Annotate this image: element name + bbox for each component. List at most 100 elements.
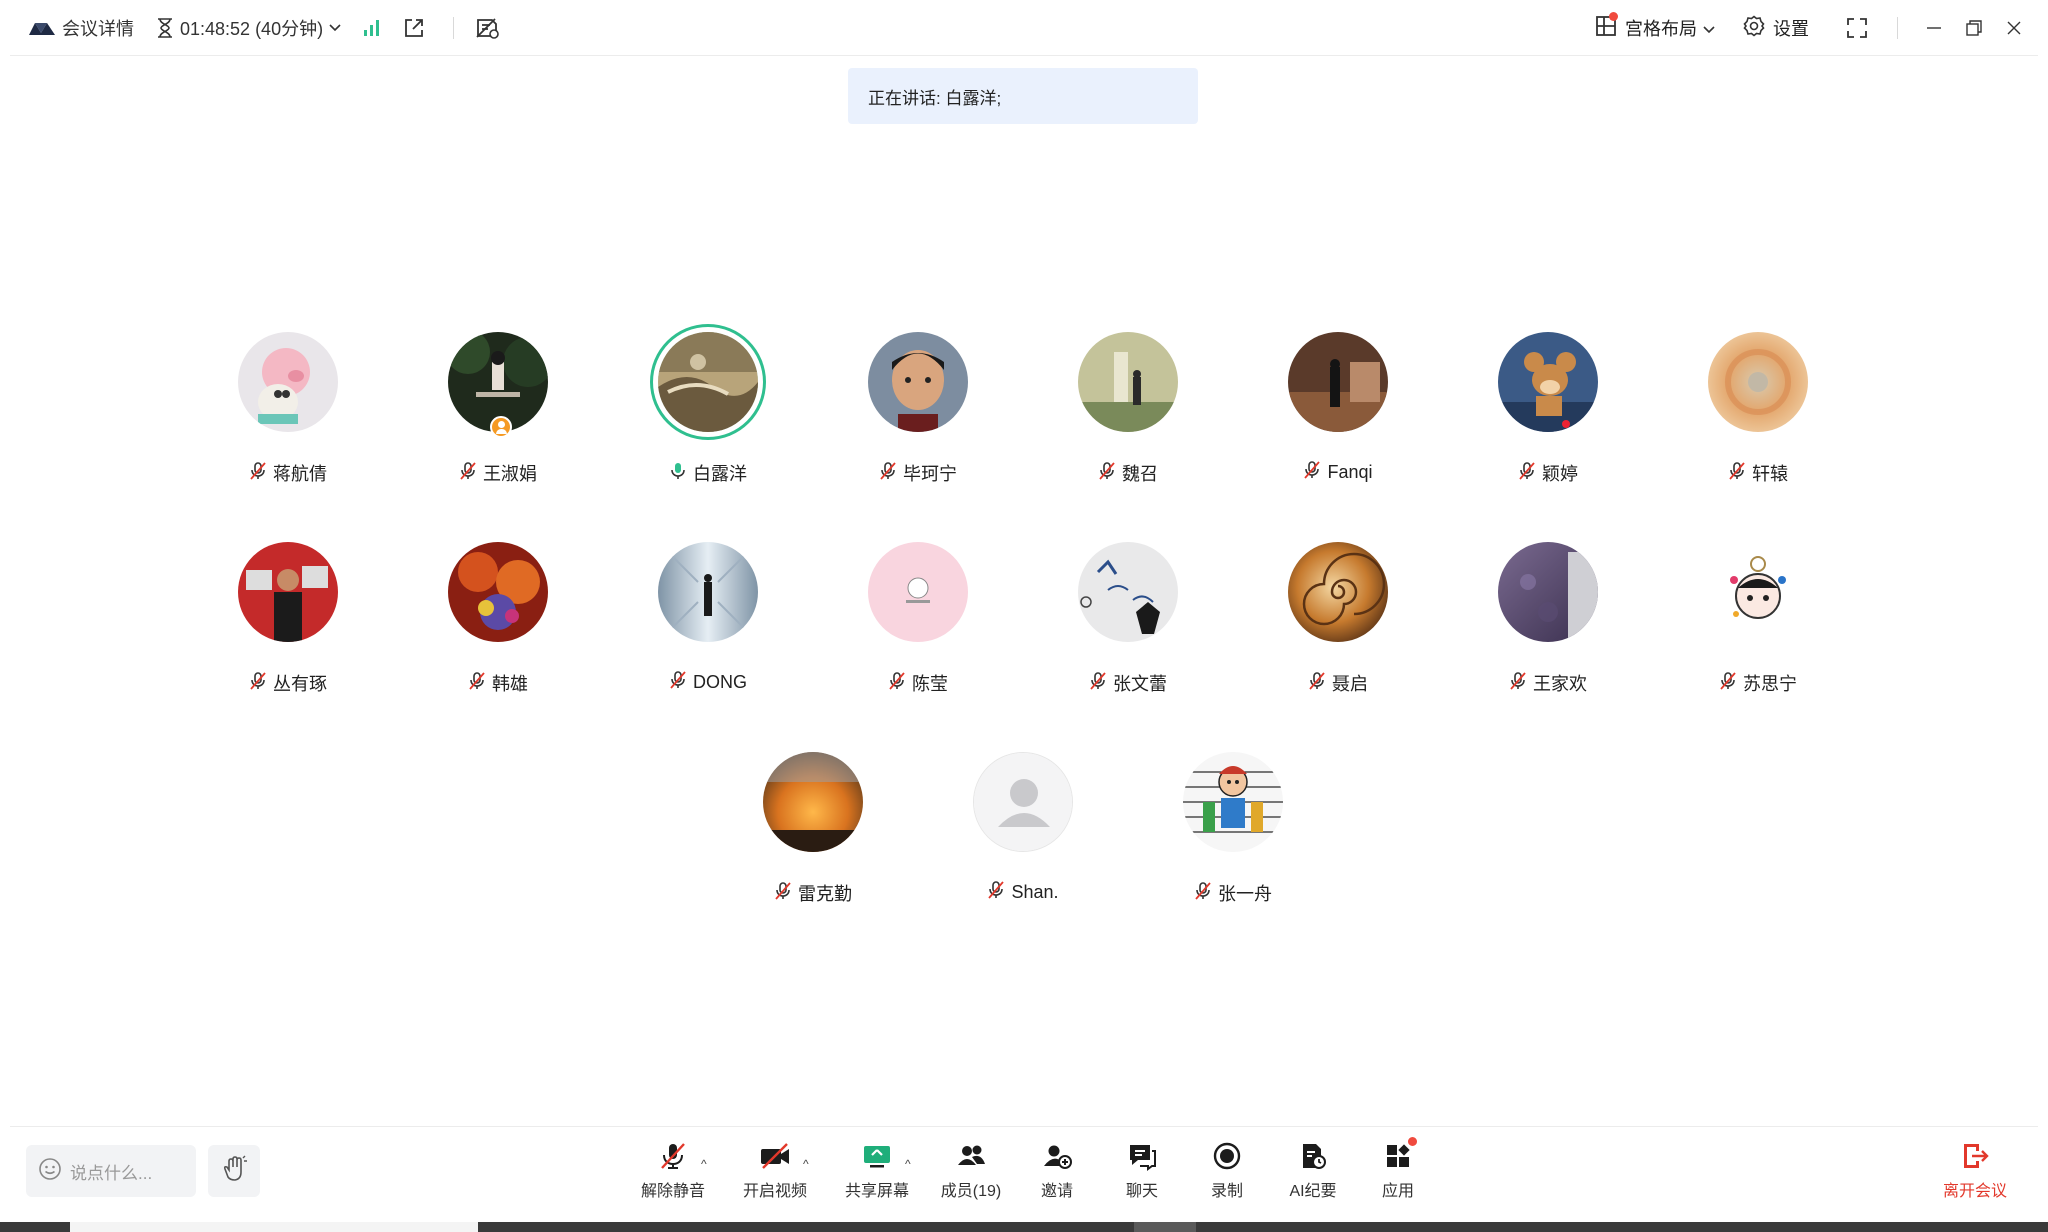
invite-label: 邀请 [1040,1183,1073,1200]
restore-icon[interactable] [1954,8,1994,48]
start-video-button[interactable]: 开启视频 [730,1139,820,1209]
avatar [1498,332,1598,432]
participant-tile[interactable]: 张文蕾 [1023,542,1233,702]
participant-tile[interactable]: 聂启 [1233,542,1443,702]
muted-mic-icon [987,880,1011,905]
participant-name: Shan. [1011,882,1059,902]
participant-name: 颖婷 [1542,464,1578,484]
leave-meeting-label: 离开会议 [1942,1183,2007,1200]
fullscreen-icon[interactable] [1837,8,1877,48]
avatar [763,752,863,852]
start-video-label: 开启视频 [742,1183,807,1200]
participant-tile[interactable]: 蒋航倩 [183,332,393,492]
participant-tile[interactable]: Fanqi [1233,332,1443,492]
meeting-timer[interactable]: 01:48:52 (40分钟) [156,15,341,41]
video-options-caret[interactable]: ^ [803,1157,809,1171]
avatar [1183,752,1283,852]
grid-layout-icon [1595,11,1618,42]
mic-on-icon [669,461,693,486]
no-subtitle-icon[interactable] [474,16,500,40]
record-icon [1210,1139,1244,1173]
muted-mic-icon [656,1139,690,1173]
participant-name: 苏思宁 [1743,674,1797,694]
hourglass-icon [156,17,174,38]
muted-mic-icon [879,461,903,486]
avatar [868,542,968,642]
notification-dot [1408,1137,1417,1146]
notification-dot [1609,11,1618,21]
participant-tile[interactable]: 魏召 [1023,332,1233,492]
divider [453,16,455,39]
leave-meeting-button[interactable]: 离开会议 [1930,1139,2020,1209]
minimize-icon[interactable] [1914,8,1954,48]
audio-options-caret[interactable]: ^ [701,1157,707,1171]
participant-tile[interactable]: 毕珂宁 [813,332,1023,492]
muted-mic-icon [1098,461,1122,486]
avatar [448,542,548,642]
participant-name: 轩辕 [1752,464,1788,484]
participant-name: 张一舟 [1218,884,1272,904]
muted-mic-icon [888,671,912,696]
muted-mic-icon [1303,460,1327,485]
participant-tile[interactable]: 雷克勤 [708,752,918,912]
participant-name: 王家欢 [1533,674,1587,694]
participant-tile[interactable]: 韩雄 [393,542,603,702]
avatar [1288,332,1388,432]
unmute-label: 解除静音 [640,1183,705,1200]
avatar [1078,542,1178,642]
meeting-details-button[interactable]: 会议详情 [28,15,134,41]
participant-tile[interactable]: DONG [603,542,813,702]
avatar [1708,542,1808,642]
add-user-icon [1040,1139,1074,1173]
participant-tile[interactable]: 白露洋 [603,332,813,492]
participant-name: Fanqi [1327,462,1373,482]
unmute-button[interactable]: 解除静音 [628,1139,718,1209]
close-icon[interactable] [1994,8,2034,48]
record-button[interactable]: 录制 [1182,1139,1272,1209]
participant-tile[interactable]: 颖婷 [1443,332,1653,492]
meeting-details-label: 会议详情 [62,18,134,39]
taskbar-thumbnail [70,1222,478,1232]
participant-tile[interactable]: 陈莹 [813,542,1023,702]
participant-tile[interactable]: 轩辕 [1653,332,1863,492]
share-screen-button[interactable]: 共享屏幕 [832,1139,922,1209]
avatar [1288,542,1388,642]
signal-strength-icon[interactable] [363,19,381,37]
participant-tile[interactable]: 王淑娟 [393,332,603,492]
participant-name: 毕珂宁 [903,464,957,484]
muted-mic-icon [1194,881,1218,906]
settings-button[interactable]: 设置 [1743,14,1809,42]
chat-label: 聊天 [1125,1183,1158,1200]
participant-tile[interactable]: 丛有琢 [183,542,393,702]
gear-icon [1743,14,1765,42]
active-speaker-banner: 正在讲话: 白露洋; [848,68,1198,124]
apps-button[interactable]: 应用 [1353,1137,1443,1209]
avatar [1708,332,1808,432]
chat-button[interactable]: 聊天 [1097,1139,1187,1209]
participant-name: 韩雄 [492,674,528,694]
share-options-caret[interactable]: ^ [905,1157,911,1171]
settings-label: 设置 [1773,19,1809,39]
muted-mic-icon [468,671,492,696]
members-button[interactable]: 成员(19) [926,1139,1016,1209]
participant-tile[interactable]: 张一舟 [1128,752,1338,912]
avatar [1078,332,1178,432]
participant-name: 陈莹 [912,674,948,694]
avatar [868,332,968,432]
record-label: 录制 [1210,1183,1243,1200]
participant-name: DONG [693,672,747,692]
taskbar-thumbnail [1134,1222,1196,1232]
chat-icon [1125,1139,1159,1173]
ai-minutes-button[interactable]: AI纪要 [1268,1139,1358,1209]
grid-layout-button[interactable]: 宫格布局 [1595,11,1715,42]
avatar [973,752,1073,852]
participant-tile[interactable]: 王家欢 [1443,542,1653,702]
invite-button[interactable]: 邀请 [1012,1139,1102,1209]
muted-mic-icon [1509,671,1533,696]
app-logo-icon [28,20,56,36]
external-link-icon[interactable] [403,17,425,39]
avatar [658,542,758,642]
participant-tile[interactable]: Shan. [918,752,1128,912]
participant-tile[interactable]: 苏思宁 [1653,542,1863,702]
participant-name: 丛有琢 [273,674,327,694]
